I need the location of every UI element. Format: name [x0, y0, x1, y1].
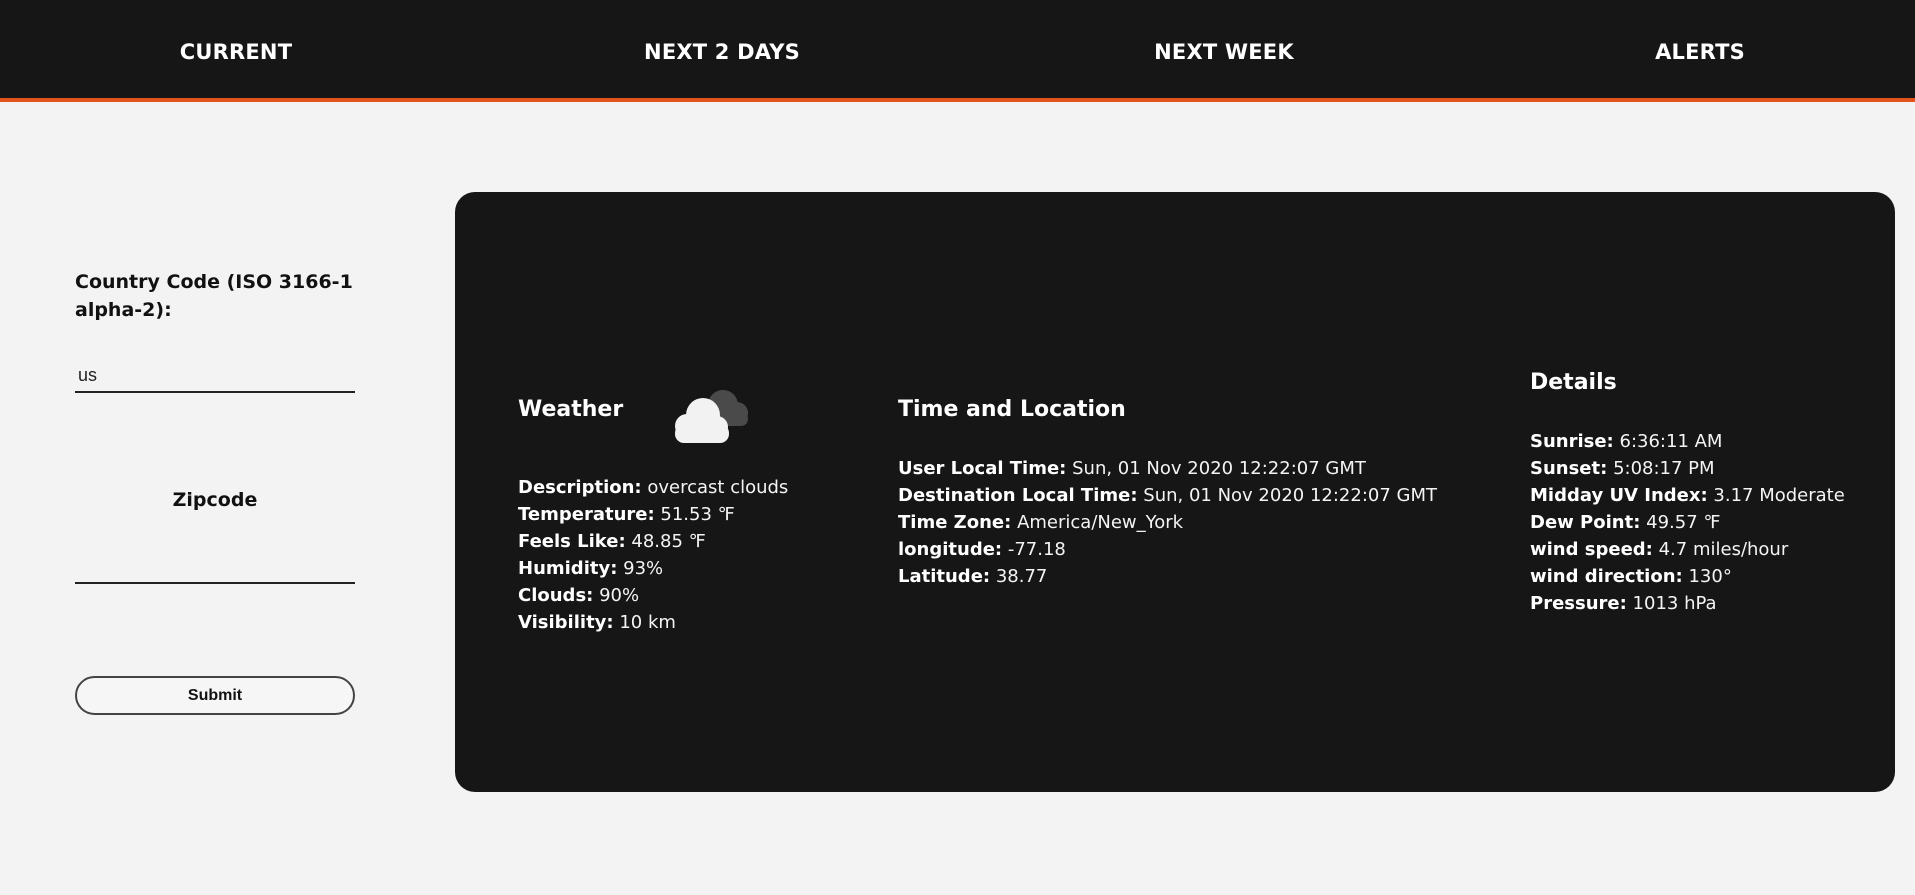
row-label: Destination Local Time: — [898, 485, 1138, 506]
row-label: wind direction: — [1530, 566, 1683, 587]
row-label: User Local Time: — [898, 458, 1067, 479]
row-value: Sun, 01 Nov 2020 12:22:07 GMT — [1072, 458, 1366, 479]
list-item: Pressure: 1013 hPa — [1530, 590, 1845, 617]
row-label: Midday UV Index: — [1530, 485, 1708, 506]
zipcode-input[interactable] — [75, 550, 355, 584]
row-value: 49.57 ℉ — [1646, 512, 1721, 533]
list-item: Clouds: 90% — [518, 582, 788, 609]
time-location-list: User Local Time: Sun, 01 Nov 2020 12:22:… — [898, 455, 1437, 590]
weather-card: Weather Description: overcast clouds Tem… — [455, 192, 1895, 792]
list-item: longitude: -77.18 — [898, 536, 1437, 563]
details-section: Details — [1530, 370, 1617, 395]
list-item: Sunset: 5:08:17 PM — [1530, 455, 1845, 482]
tab-alerts[interactable]: ALERTS — [1655, 40, 1745, 64]
row-label: longitude: — [898, 539, 1003, 560]
row-label: Description: — [518, 477, 642, 498]
row-value: 130° — [1688, 566, 1732, 587]
details-title: Details — [1530, 370, 1617, 395]
row-value: 10 km — [619, 612, 676, 633]
top-nav-bar: CURRENT NEXT 2 DAYS NEXT WEEK ALERTS — [0, 0, 1915, 102]
list-item: Destination Local Time: Sun, 01 Nov 2020… — [898, 482, 1437, 509]
list-item: Description: overcast clouds — [518, 474, 788, 501]
time-location-section: Time and Location — [898, 397, 1126, 422]
submit-button[interactable]: Submit — [75, 676, 355, 715]
row-value: 48.85 ℉ — [631, 531, 706, 552]
tab-next-2-days[interactable]: NEXT 2 DAYS — [644, 40, 800, 64]
country-code-label: Country Code (ISO 3166-1 alpha-2): — [75, 271, 353, 321]
list-item: Dew Point: 49.57 ℉ — [1530, 509, 1845, 536]
list-item: Humidity: 93% — [518, 555, 788, 582]
row-value: 5:08:17 PM — [1613, 458, 1715, 479]
list-item: Time Zone: America/New_York — [898, 509, 1437, 536]
row-label: Visibility: — [518, 612, 614, 633]
list-item: Feels Like: 48.85 ℉ — [518, 528, 788, 555]
row-value: 4.7 miles/hour — [1658, 539, 1789, 560]
tab-current[interactable]: CURRENT — [180, 40, 292, 64]
list-item: wind direction: 130° — [1530, 563, 1845, 590]
list-item: Sunrise: 6:36:11 AM — [1530, 428, 1845, 455]
row-value: 38.77 — [995, 566, 1048, 587]
list-item: Visibility: 10 km — [518, 609, 788, 636]
weather-list: Description: overcast clouds Temperature… — [518, 474, 788, 636]
row-value: 93% — [623, 558, 664, 579]
details-list: Sunrise: 6:36:11 AM Sunset: 5:08:17 PM M… — [1530, 428, 1845, 617]
row-value: 3.17 Moderate — [1713, 485, 1845, 506]
row-label: Humidity: — [518, 558, 618, 579]
row-value: America/New_York — [1017, 512, 1184, 533]
row-label: Sunrise: — [1530, 431, 1614, 452]
row-value: 1013 hPa — [1632, 593, 1717, 614]
row-label: Time Zone: — [898, 512, 1012, 533]
row-value: -77.18 — [1007, 539, 1066, 560]
row-label: Dew Point: — [1530, 512, 1641, 533]
row-value: overcast clouds — [647, 477, 789, 498]
row-value: Sun, 01 Nov 2020 12:22:07 GMT — [1143, 485, 1437, 506]
time-location-title: Time and Location — [898, 397, 1126, 422]
weather-title: Weather — [518, 397, 624, 422]
tab-next-week[interactable]: NEXT WEEK — [1154, 40, 1294, 64]
list-item: wind speed: 4.7 miles/hour — [1530, 536, 1845, 563]
weather-section: Weather — [518, 397, 623, 422]
row-value: 51.53 ℉ — [660, 504, 735, 525]
list-item: Latitude: 38.77 — [898, 563, 1437, 590]
list-item: User Local Time: Sun, 01 Nov 2020 12:22:… — [898, 455, 1437, 482]
zipcode-label: Zipcode — [172, 489, 258, 511]
row-label: Sunset: — [1530, 458, 1608, 479]
overcast-clouds-icon — [675, 390, 748, 443]
row-label: Temperature: — [518, 504, 655, 525]
list-item: Midday UV Index: 3.17 Moderate — [1530, 482, 1845, 509]
row-value: 6:36:11 AM — [1619, 431, 1723, 452]
list-item: Temperature: 51.53 ℉ — [518, 501, 788, 528]
row-label: Pressure: — [1530, 593, 1627, 614]
row-label: Clouds: — [518, 585, 594, 606]
row-label: Feels Like: — [518, 531, 626, 552]
row-label: Latitude: — [898, 566, 991, 587]
row-value: 90% — [599, 585, 640, 606]
row-label: wind speed: — [1530, 539, 1653, 560]
country-code-input[interactable] — [75, 359, 355, 393]
